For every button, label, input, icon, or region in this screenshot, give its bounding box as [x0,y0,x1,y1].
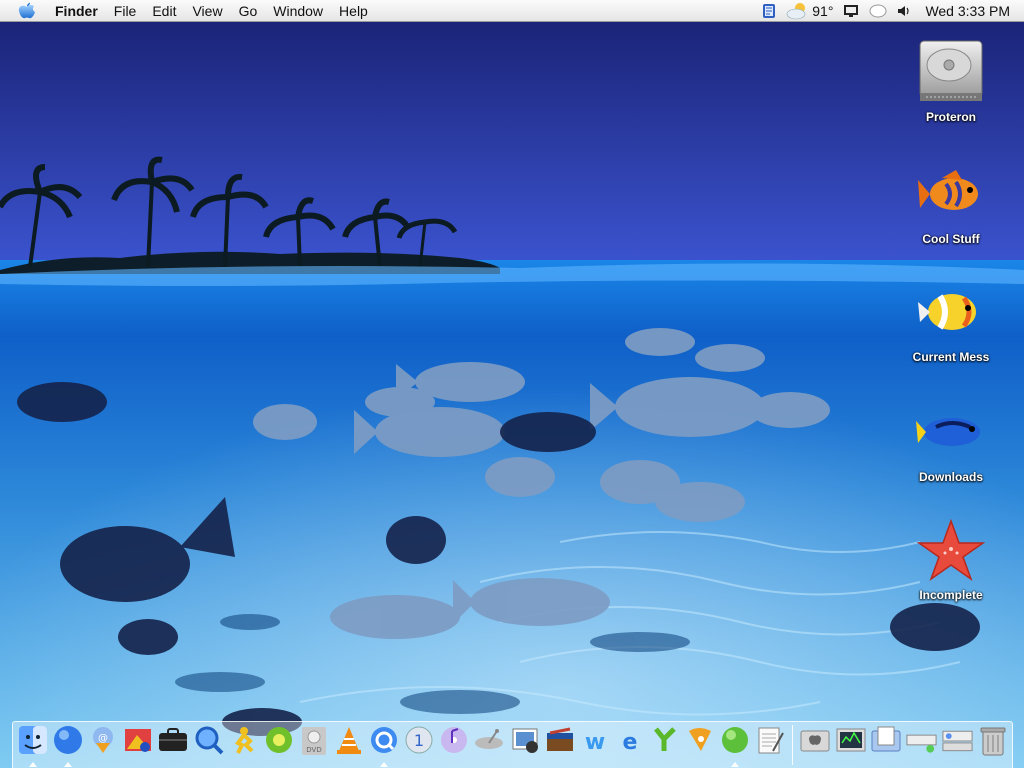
menu-go[interactable]: Go [231,0,266,22]
finder-icon[interactable] [17,725,49,767]
desktop-icon-label: Cool Stuff [922,232,980,246]
tool-icon[interactable] [649,725,681,765]
desktop-icon-cool-stuff[interactable]: Cool Stuff [896,158,1006,246]
dvd-player-icon[interactable]: DVD [298,725,330,765]
dock-separator [792,725,794,765]
svg-text:w: w [585,730,605,755]
desktop-icon-label: Incomplete [919,588,983,602]
blue-tang-icon [915,396,987,468]
web-editor-icon[interactable]: w [579,725,611,765]
toolbox-icon[interactable] [544,725,576,765]
briefcase-icon[interactable] [157,725,189,765]
desktop-icon-proteron[interactable]: Proteron [896,36,1006,124]
svg-text:1: 1 [414,731,424,750]
green-orb-icon[interactable] [719,725,751,767]
menu-edit[interactable]: Edit [144,0,184,22]
weather-temperature: 91° [812,2,834,19]
apple-folder-icon[interactable] [799,725,831,765]
trash-icon[interactable] [977,725,1009,765]
web-app-icon[interactable]: e [614,725,646,765]
hard-drive-icon [915,36,987,108]
desktop-icon-label: Downloads [918,470,983,484]
menu-finder[interactable]: Finder [51,0,106,22]
green-app-icon[interactable] [263,725,295,765]
yellow-fish-icon [915,276,987,348]
satellite-icon[interactable] [473,725,505,765]
desktop-screen: Finder File Edit View Go Window Help 91° [0,0,1024,768]
sherlock-icon[interactable] [193,725,225,765]
svg-text:e: e [622,730,637,755]
desktop-icon-downloads[interactable]: Downloads [896,396,1006,484]
dock: @ DVD 1 w e [12,721,1013,768]
menu-view[interactable]: View [184,0,230,22]
system-monitor-icon[interactable] [834,725,866,765]
menu-clock[interactable]: Wed 3:33 PM [925,3,1010,19]
mail-icon[interactable]: @ [87,725,119,765]
desktop-icon-label: Proteron [925,110,976,124]
vlc-icon[interactable] [333,725,365,765]
underwater-wallpaper [0,22,1024,768]
apple-menu-icon[interactable] [17,2,39,20]
menu-help[interactable]: Help [331,0,376,22]
svg-text:@: @ [98,733,108,744]
menu-extras: 91° Wed 3:33 PM [752,0,1024,22]
weather-icon[interactable] [786,2,810,20]
aim-icon[interactable] [228,725,260,765]
desktop-icon-current-mess[interactable]: Current Mess [896,276,1006,364]
menu-file[interactable]: File [106,0,145,22]
volume-icon[interactable] [897,4,911,18]
itunes-cd-icon[interactable] [438,725,470,765]
script-menu-icon[interactable] [762,3,776,19]
network-icon[interactable] [905,725,938,765]
desktop-icon-incomplete[interactable]: Incomplete [896,514,1006,602]
desktop-icon-label: Current Mess [912,350,990,364]
pen-tool-icon[interactable] [684,725,716,765]
textedit-icon[interactable] [754,725,786,765]
internet-explorer-icon[interactable] [52,725,84,767]
bubble-icon[interactable] [869,4,887,18]
network-icon-2[interactable] [941,725,974,765]
quicktime-icon[interactable] [368,725,400,767]
orange-fish-icon [915,158,987,230]
documents-icon[interactable] [870,725,902,765]
photo-app-icon[interactable] [122,725,154,765]
menu-window[interactable]: Window [265,0,331,22]
svg-text:DVD: DVD [306,746,321,754]
starfish-icon [915,514,987,586]
display-icon[interactable] [843,4,859,18]
iphoto-icon[interactable] [509,725,541,765]
itunes-icon[interactable]: 1 [403,725,435,765]
menu-bar: Finder File Edit View Go Window Help 91° [0,0,1024,22]
